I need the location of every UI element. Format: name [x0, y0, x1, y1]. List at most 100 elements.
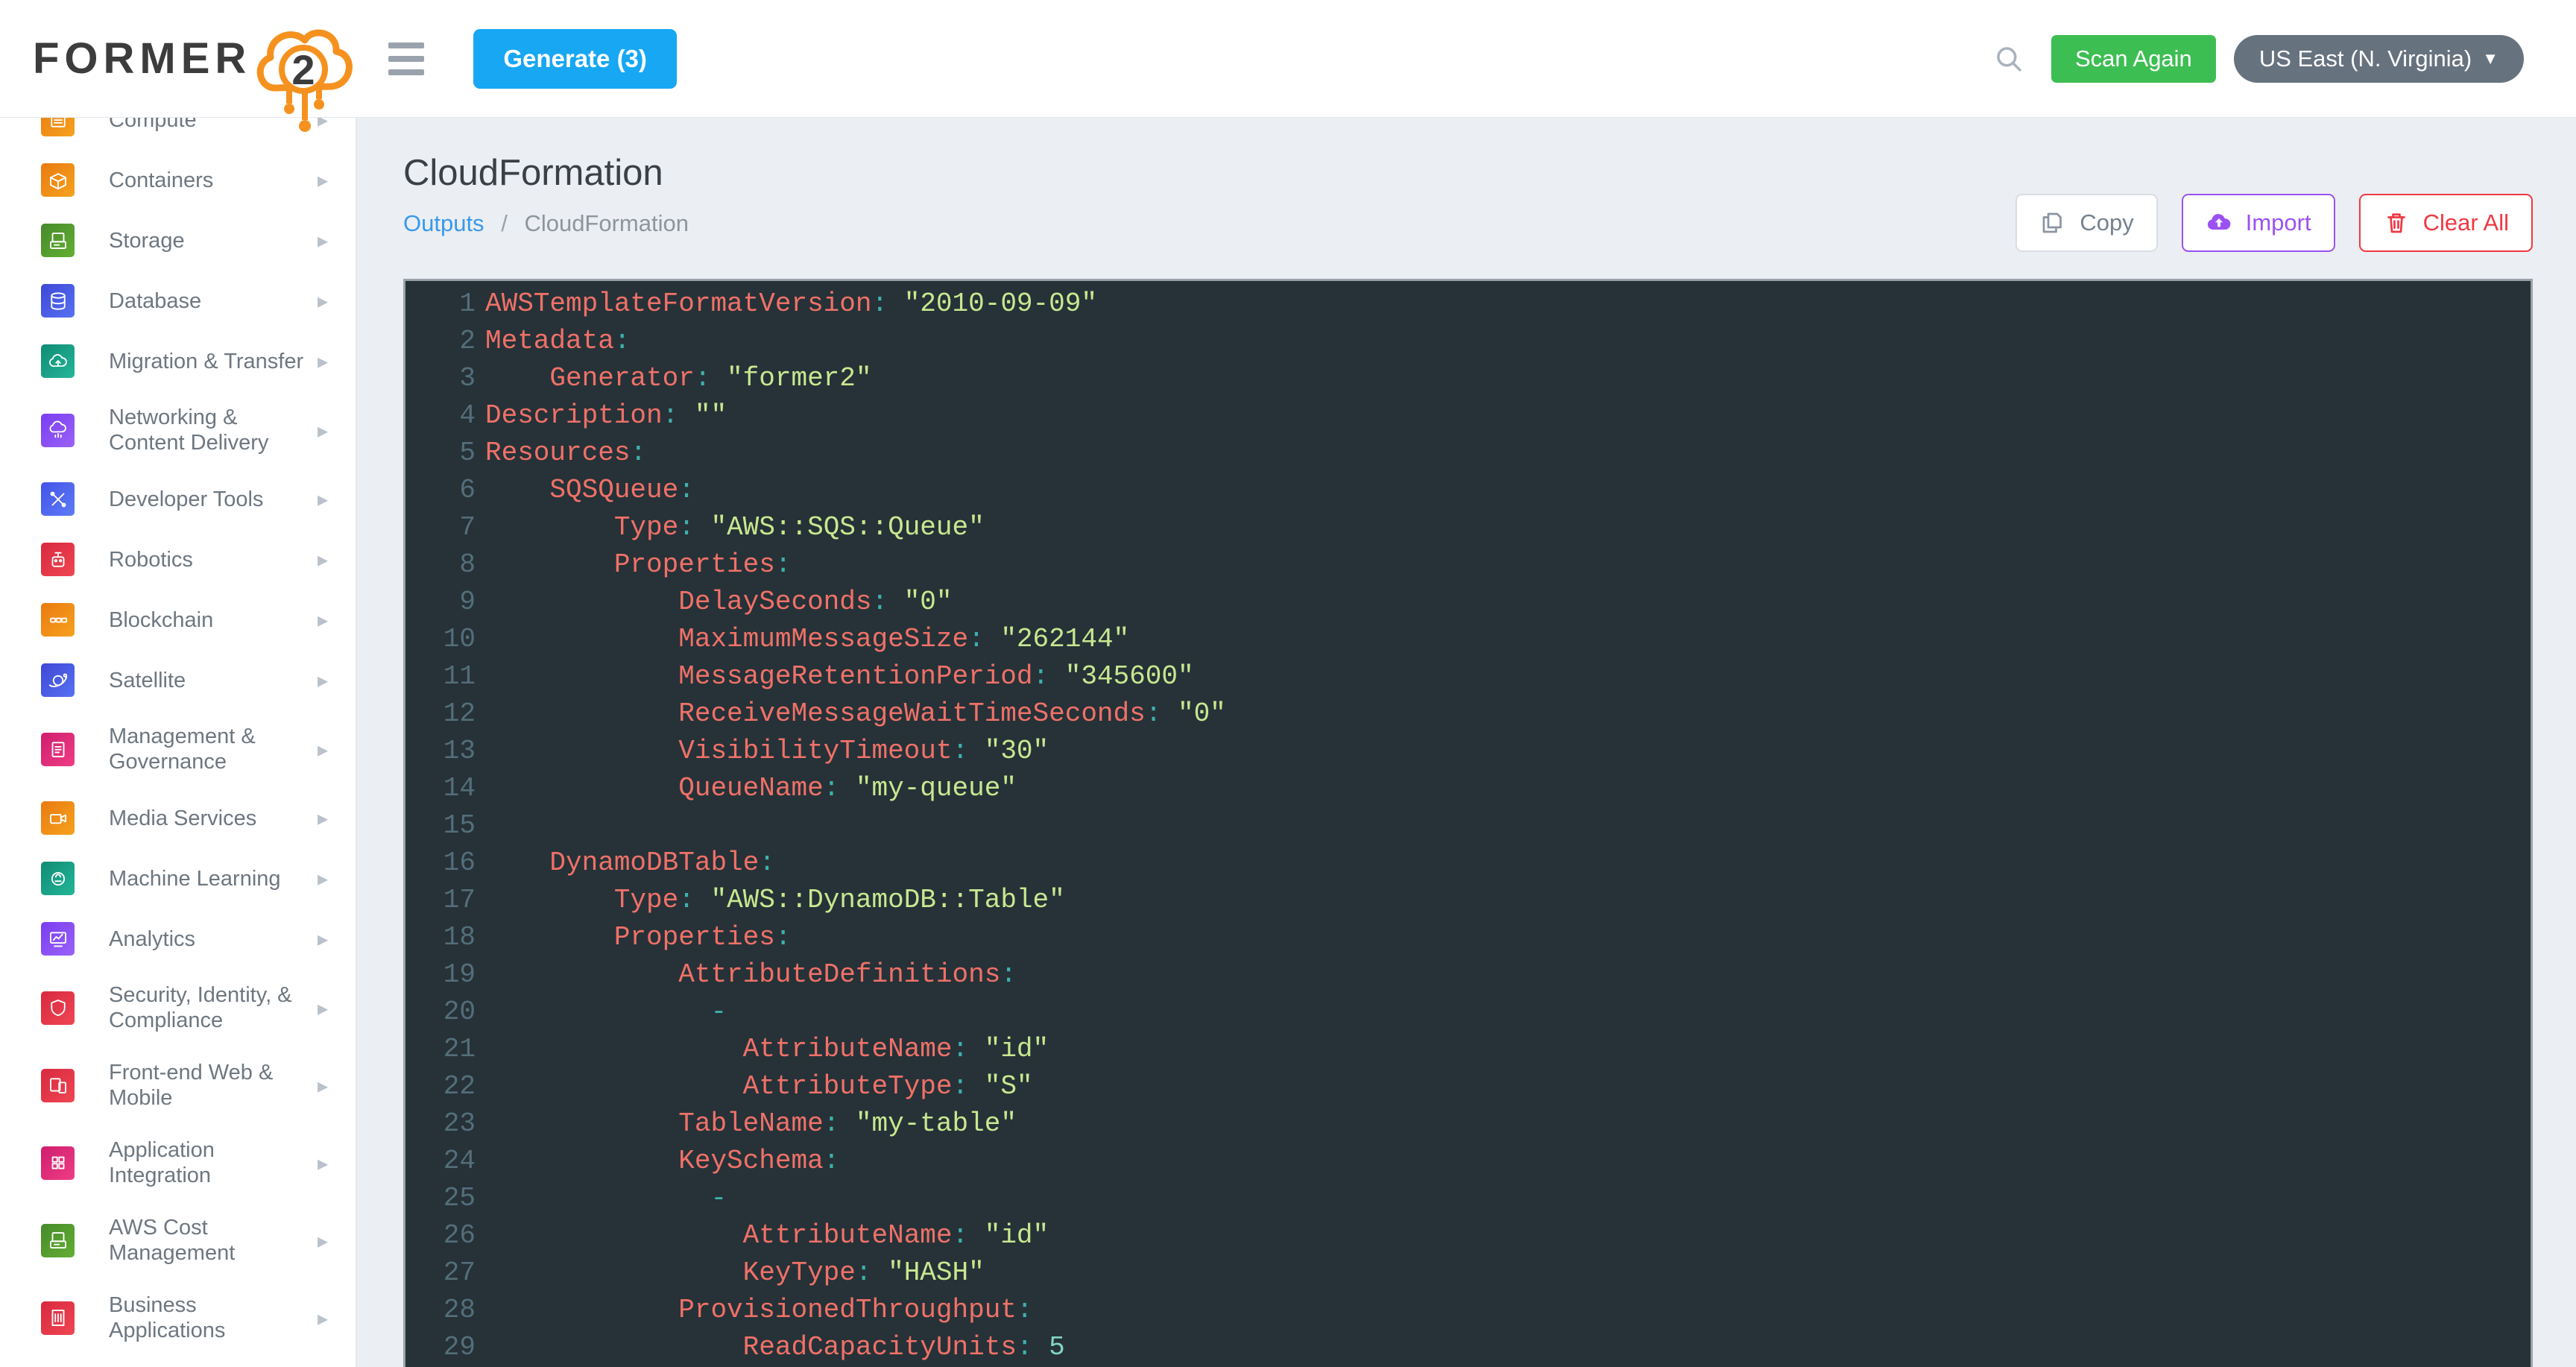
sidebar-item-application-integration[interactable]: Application Integration▸	[0, 1124, 356, 1202]
chevron-right-icon: ▸	[318, 668, 328, 692]
line-content: Properties:	[485, 919, 791, 956]
yaml-code: 1AWSTemplateFormatVersion: "2010-09-09"2…	[405, 281, 2531, 1366]
sidebar-item-analytics[interactable]: Analytics▸	[0, 909, 356, 969]
line-content: ReadCapacityUnits: 5	[485, 1329, 1065, 1366]
line-number: 6	[405, 472, 476, 509]
region-selector[interactable]: US East (N. Virginia) ▼	[2234, 35, 2524, 83]
clear-all-button[interactable]: Clear All	[2359, 194, 2533, 252]
code-line: 29ReadCapacityUnits: 5	[405, 1329, 2531, 1366]
sidebar-item-label: Database	[109, 288, 312, 314]
sidebar-item-robotics[interactable]: Robotics▸	[0, 529, 356, 590]
application-integration-icon	[41, 1146, 75, 1180]
code-line: 23TableName: "my-table"	[405, 1105, 2531, 1143]
sidebar-item-label: Robotics	[109, 547, 312, 572]
line-number: 29	[405, 1329, 476, 1366]
line-content: Description: ""	[485, 397, 727, 435]
code-line: 7Type: "AWS::SQS::Queue"	[405, 509, 2531, 546]
containers-icon	[41, 163, 75, 197]
sidebar-item-blockchain[interactable]: Blockchain▸	[0, 590, 356, 650]
code-line: 24KeySchema:	[405, 1143, 2531, 1180]
sidebar-item-machine-learning[interactable]: Machine Learning▸	[0, 848, 356, 909]
sidebar-item-management-governance[interactable]: Management & Governance▸	[0, 710, 356, 788]
sidebar-item-label: Security, Identity, & Compliance	[109, 982, 312, 1033]
line-number: 12	[405, 695, 476, 733]
line-number: 3	[405, 360, 476, 397]
search-icon[interactable]	[1993, 43, 2024, 75]
line-number: 18	[405, 919, 476, 956]
sidebar-item-label: Front-end Web & Mobile	[109, 1060, 312, 1111]
line-number: 7	[405, 509, 476, 546]
line-number: 14	[405, 770, 476, 807]
sidebar-item-media-services[interactable]: Media Services▸	[0, 788, 356, 848]
line-number: 8	[405, 546, 476, 584]
line-content: Generator: "former2"	[485, 360, 872, 397]
copy-button[interactable]: Copy	[2015, 194, 2157, 252]
code-line: 2Metadata:	[405, 323, 2531, 360]
sidebar-item-label: Blockchain	[109, 607, 312, 633]
line-number: 21	[405, 1031, 476, 1068]
line-content: Type: "AWS::SQS::Queue"	[485, 509, 985, 546]
line-content: VisibilityTimeout: "30"	[485, 733, 1049, 770]
line-content: MessageRetentionPeriod: "345600"	[485, 658, 1194, 695]
generate-button[interactable]: Generate (3)	[473, 29, 677, 89]
code-line: 5Resources:	[405, 435, 2531, 472]
line-number: 16	[405, 844, 476, 882]
code-line: 17Type: "AWS::DynamoDB::Table"	[405, 882, 2531, 919]
developer-tools-icon	[41, 482, 75, 516]
chevron-right-icon: ▸	[318, 1228, 328, 1253]
sidebar-item-front-end-web-mobile[interactable]: Front-end Web & Mobile▸	[0, 1046, 356, 1124]
sidebar-item-developer-tools[interactable]: Developer Tools▸	[0, 469, 356, 529]
line-number: 1	[405, 285, 476, 323]
sidebar-item-end-user-computing[interactable]: End User Computing▸	[0, 1357, 356, 1367]
caret-down-icon: ▼	[2482, 51, 2498, 67]
code-line: 19AttributeDefinitions:	[405, 956, 2531, 994]
chevron-right-icon: ▸	[318, 1151, 328, 1175]
menu-toggle-icon[interactable]	[388, 42, 424, 75]
code-line: 4Description: ""	[405, 397, 2531, 435]
robotics-icon	[41, 543, 75, 576]
security-identity-compliance-icon	[41, 991, 75, 1025]
sidebar-item-label: Media Services	[109, 806, 312, 831]
code-line: 10MaximumMessageSize: "262144"	[405, 621, 2531, 658]
sidebar-item-label: Containers	[109, 168, 312, 193]
front-end-web-mobile-icon	[41, 1069, 75, 1102]
line-number: 27	[405, 1254, 476, 1292]
sidebar-item-networking-content-delivery[interactable]: Networking & Content Delivery▸	[0, 391, 356, 469]
line-content: QueueName: "my-queue"	[485, 770, 1017, 807]
main-content: CloudFormation Outputs / CloudFormation …	[357, 118, 2576, 1367]
scan-again-button[interactable]: Scan Again	[2051, 35, 2216, 83]
sidebar-item-security-identity-compliance[interactable]: Security, Identity, & Compliance▸	[0, 969, 356, 1046]
line-number: 25	[405, 1180, 476, 1217]
line-content: AttributeType: "S"	[485, 1068, 1033, 1105]
line-content: DelaySeconds: "0"	[485, 584, 953, 621]
cloudformation-code-editor[interactable]: 1AWSTemplateFormatVersion: "2010-09-09"2…	[403, 279, 2533, 1367]
migration-transfer-icon	[41, 344, 75, 378]
line-number: 24	[405, 1143, 476, 1180]
sidebar-item-storage[interactable]: Storage▸	[0, 210, 356, 271]
line-number: 2	[405, 323, 476, 360]
code-line: 28ProvisionedThroughput:	[405, 1292, 2531, 1329]
aws-cost-management-icon	[41, 1224, 75, 1257]
code-line: 27KeyType: "HASH"	[405, 1254, 2531, 1292]
sidebar-item-label: Migration & Transfer	[109, 349, 312, 374]
chevron-right-icon: ▸	[318, 418, 328, 443]
breadcrumb-outputs-link[interactable]: Outputs	[403, 210, 484, 236]
line-content: KeyType: "HASH"	[485, 1254, 985, 1292]
import-button[interactable]: Import	[2182, 194, 2335, 252]
line-content: SQSQueue:	[485, 472, 695, 509]
sidebar-item-satellite[interactable]: Satellite▸	[0, 650, 356, 710]
satellite-icon	[41, 663, 75, 697]
sidebar-item-containers[interactable]: Containers▸	[0, 150, 356, 210]
code-line: 21AttributeName: "id"	[405, 1031, 2531, 1068]
code-line: 1AWSTemplateFormatVersion: "2010-09-09"	[405, 285, 2531, 323]
trash-icon	[2383, 209, 2410, 236]
sidebar-item-label: Storage	[109, 228, 312, 253]
former2-logo[interactable]: FORMER 2	[33, 0, 359, 141]
line-content: ProvisionedThroughput:	[485, 1292, 1033, 1329]
sidebar-item-migration-transfer[interactable]: Migration & Transfer▸	[0, 331, 356, 391]
sidebar-item-aws-cost-management[interactable]: AWS Cost Management▸	[0, 1202, 356, 1279]
code-line: 25-	[405, 1180, 2531, 1217]
chevron-right-icon: ▸	[318, 926, 328, 951]
sidebar-item-database[interactable]: Database▸	[0, 271, 356, 331]
sidebar-item-business-applications[interactable]: Business Applications▸	[0, 1279, 356, 1357]
